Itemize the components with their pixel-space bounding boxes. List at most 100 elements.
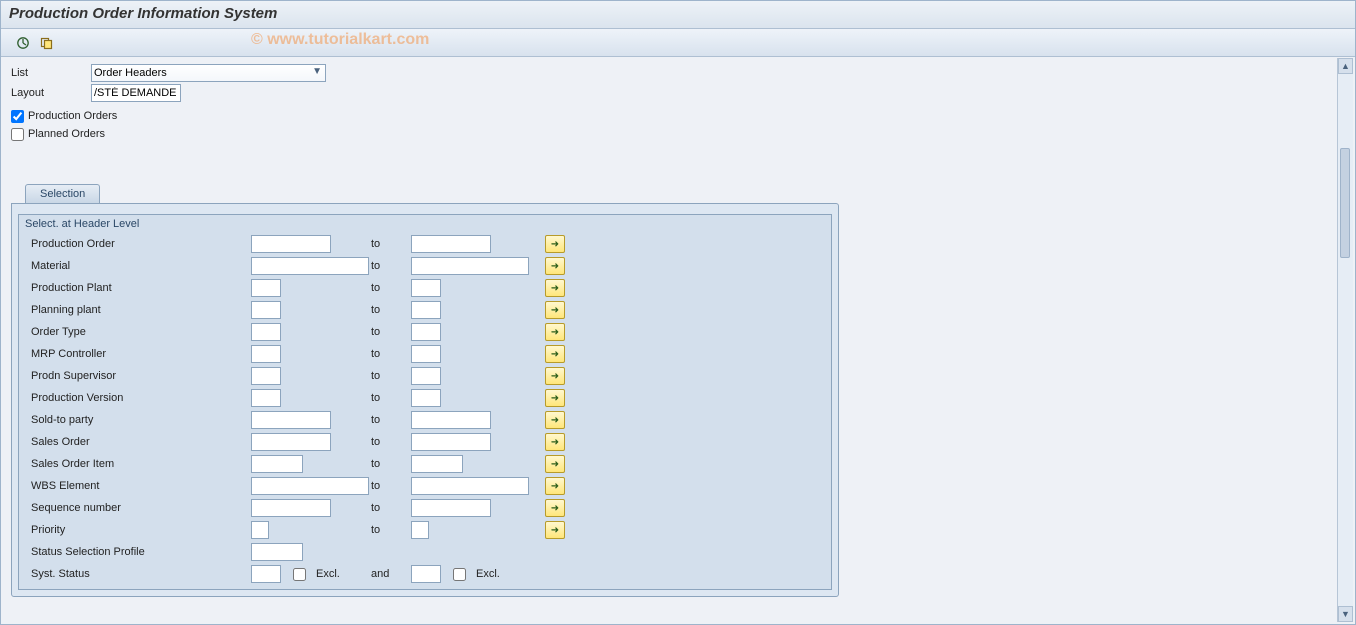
production-orders-label: Production Orders <box>28 110 117 122</box>
multi-select-button[interactable]: ➜ <box>545 389 565 407</box>
row-prodn-supervisor: Prodn Supervisor to ➜ <box>19 365 831 387</box>
row-sold-to: Sold-to party to ➜ <box>19 409 831 431</box>
row-sales-order: Sales Order to ➜ <box>19 431 831 453</box>
row-sales-item: Sales Order Item to ➜ <box>19 453 831 475</box>
arrow-right-icon: ➜ <box>551 393 559 404</box>
scroll-down-icon[interactable]: ▼ <box>1338 606 1353 622</box>
tabstrip: Selection <box>11 181 1345 203</box>
arrow-right-icon: ➜ <box>551 503 559 514</box>
arrow-right-icon: ➜ <box>551 415 559 426</box>
multi-select-button[interactable]: ➜ <box>545 499 565 517</box>
prodn-sup-from[interactable] <box>251 367 281 385</box>
row-wbs: WBS Element to ➜ <box>19 475 831 497</box>
arrow-right-icon: ➜ <box>551 261 559 272</box>
mrp-from[interactable] <box>251 345 281 363</box>
prod-order-from[interactable] <box>251 235 331 253</box>
row-order-type: Order Type to ➜ <box>19 321 831 343</box>
group-title: Select. at Header Level <box>19 215 831 233</box>
multi-select-button[interactable]: ➜ <box>545 455 565 473</box>
list-label: List <box>11 67 91 79</box>
arrow-right-icon: ➜ <box>551 371 559 382</box>
arrow-right-icon: ➜ <box>551 283 559 294</box>
syst-status-excl-2[interactable] <box>453 568 466 581</box>
multi-select-button[interactable]: ➜ <box>545 367 565 385</box>
layout-input[interactable] <box>91 84 181 102</box>
row-production-order: Production Order to ➜ <box>19 233 831 255</box>
priority-from[interactable] <box>251 521 269 539</box>
sales-item-from[interactable] <box>251 455 303 473</box>
arrow-right-icon: ➜ <box>551 525 559 536</box>
material-from[interactable] <box>251 257 369 275</box>
page-title: Production Order Information System <box>9 5 277 22</box>
sales-order-from[interactable] <box>251 433 331 451</box>
prod-ver-from[interactable] <box>251 389 281 407</box>
multi-select-button[interactable]: ➜ <box>545 433 565 451</box>
prodn-sup-to[interactable] <box>411 367 441 385</box>
plan-plant-to[interactable] <box>411 301 441 319</box>
multi-select-button[interactable]: ➜ <box>545 301 565 319</box>
title-bar: Production Order Information System <box>1 1 1355 29</box>
multi-select-button[interactable]: ➜ <box>545 345 565 363</box>
row-prod-version: Production Version to ➜ <box>19 387 831 409</box>
content-area: List Order Headers ▼ Layout Production O… <box>1 57 1355 597</box>
row-material: Material to ➜ <box>19 255 831 277</box>
multi-select-button[interactable]: ➜ <box>545 323 565 341</box>
arrow-right-icon: ➜ <box>551 239 559 250</box>
syst-status-2[interactable] <box>411 565 441 583</box>
planned-orders-checkbox[interactable] <box>11 128 24 141</box>
sales-item-to[interactable] <box>411 455 463 473</box>
planned-orders-row: Planned Orders <box>11 125 1345 143</box>
row-mrp-controller: MRP Controller to ➜ <box>19 343 831 365</box>
row-seq-no: Sequence number to ➜ <box>19 497 831 519</box>
seq-no-to[interactable] <box>411 499 491 517</box>
vertical-scrollbar[interactable]: ▲ ▼ <box>1337 58 1353 622</box>
arrow-right-icon: ➜ <box>551 481 559 492</box>
arrow-right-icon: ➜ <box>551 305 559 316</box>
material-to[interactable] <box>411 257 529 275</box>
row-prod-plant: Production Plant to ➜ <box>19 277 831 299</box>
scroll-thumb[interactable] <box>1340 148 1350 258</box>
get-variant-icon[interactable] <box>39 35 55 51</box>
sales-order-to[interactable] <box>411 433 491 451</box>
multi-select-button[interactable]: ➜ <box>545 257 565 275</box>
order-type-to[interactable] <box>411 323 441 341</box>
header-level-group: Select. at Header Level Production Order… <box>18 214 832 590</box>
sold-to-to[interactable] <box>411 411 491 429</box>
arrow-right-icon: ➜ <box>551 327 559 338</box>
scroll-up-icon[interactable]: ▲ <box>1338 58 1353 74</box>
row-priority: Priority to ➜ <box>19 519 831 541</box>
row-syst-status: Syst. Status Excl. and Excl. <box>19 563 831 585</box>
prod-order-to[interactable] <box>411 235 491 253</box>
multi-select-button[interactable]: ➜ <box>545 235 565 253</box>
plan-plant-from[interactable] <box>251 301 281 319</box>
arrow-right-icon: ➜ <box>551 437 559 448</box>
tab-selection[interactable]: Selection <box>25 184 100 203</box>
row-plan-plant: Planning plant to ➜ <box>19 299 831 321</box>
sold-to-from[interactable] <box>251 411 331 429</box>
prod-orders-row: Production Orders <box>11 107 1345 125</box>
order-type-from[interactable] <box>251 323 281 341</box>
sap-window: Production Order Information System © ww… <box>0 0 1356 625</box>
list-select[interactable]: Order Headers <box>91 64 326 82</box>
syst-status-1[interactable] <box>251 565 281 583</box>
arrow-right-icon: ➜ <box>551 459 559 470</box>
seq-no-from[interactable] <box>251 499 331 517</box>
arrow-right-icon: ➜ <box>551 349 559 360</box>
prod-ver-to[interactable] <box>411 389 441 407</box>
prod-plant-to[interactable] <box>411 279 441 297</box>
wbs-from[interactable] <box>251 477 369 495</box>
selection-panel: Select. at Header Level Production Order… <box>11 203 839 597</box>
prod-plant-from[interactable] <box>251 279 281 297</box>
multi-select-button[interactable]: ➜ <box>545 279 565 297</box>
priority-to[interactable] <box>411 521 429 539</box>
status-profile-input[interactable] <box>251 543 303 561</box>
execute-icon[interactable] <box>15 35 31 51</box>
multi-select-button[interactable]: ➜ <box>545 521 565 539</box>
wbs-to[interactable] <box>411 477 529 495</box>
mrp-to[interactable] <box>411 345 441 363</box>
multi-select-button[interactable]: ➜ <box>545 411 565 429</box>
multi-select-button[interactable]: ➜ <box>545 477 565 495</box>
production-orders-checkbox[interactable] <box>11 110 24 123</box>
app-toolbar: © www.tutorialkart.com <box>1 29 1355 57</box>
syst-status-excl-1[interactable] <box>293 568 306 581</box>
